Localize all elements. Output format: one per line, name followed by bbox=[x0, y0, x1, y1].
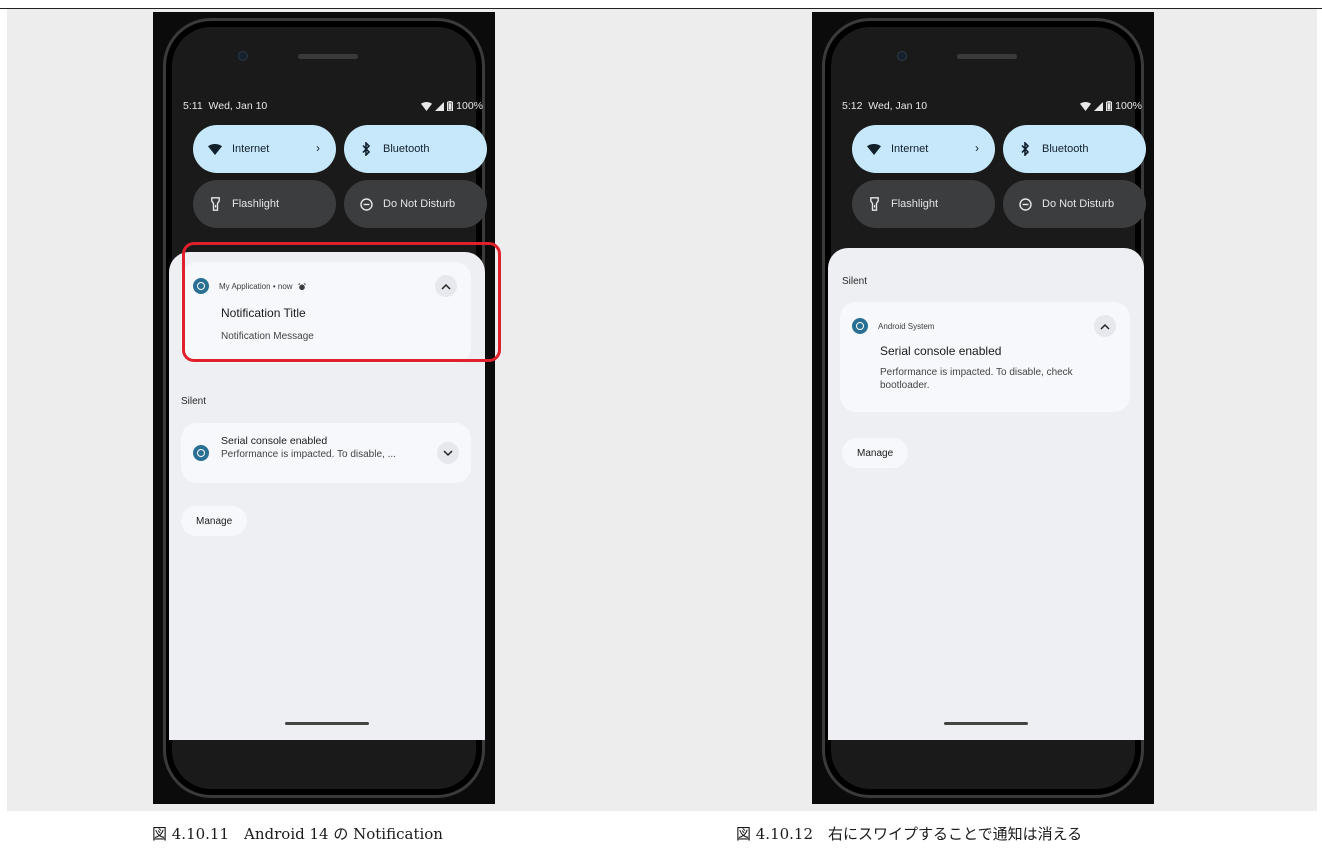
flashlight-icon bbox=[207, 196, 223, 212]
status-date: Wed, Jan 10 bbox=[868, 100, 928, 112]
app-icon bbox=[852, 318, 868, 334]
silent-section-label: Silent bbox=[181, 396, 207, 407]
earpiece-speaker bbox=[957, 54, 1017, 59]
tile-do-not-disturb[interactable]: Do Not Disturb bbox=[344, 180, 487, 228]
status-icons: 100% bbox=[421, 100, 483, 112]
status-icons: 100% bbox=[1080, 100, 1142, 112]
battery-percent: 100% bbox=[456, 100, 483, 112]
status-time: 5:11 bbox=[183, 100, 203, 112]
chevron-down-icon bbox=[443, 449, 453, 456]
highlight-box bbox=[182, 242, 501, 362]
manage-button[interactable]: Manage bbox=[181, 506, 248, 536]
bluetooth-icon bbox=[1017, 141, 1033, 157]
silent-notification-message: Performance is impacted. To disable, ... bbox=[221, 449, 396, 460]
notification-card[interactable]: Android System Serial console enabled Pe… bbox=[840, 302, 1130, 412]
notification-shade: Silent Android System Serial console ena… bbox=[828, 248, 1144, 740]
battery-icon bbox=[447, 101, 454, 111]
notification-app-name: Android System bbox=[878, 322, 935, 331]
front-camera bbox=[897, 51, 907, 61]
gesture-handle[interactable] bbox=[285, 722, 369, 725]
tile-bluetooth[interactable]: Bluetooth bbox=[344, 125, 487, 173]
tile-flashlight-label: Flashlight bbox=[891, 198, 939, 210]
earpiece-speaker bbox=[298, 54, 358, 59]
wifi-icon bbox=[866, 141, 882, 157]
tile-flashlight-label: Flashlight bbox=[232, 198, 280, 210]
figure-caption-left: 図 4.10.11 Android 14 の Notification bbox=[152, 825, 443, 843]
status-date: Wed, Jan 10 bbox=[208, 100, 268, 112]
tile-internet[interactable]: Internet › bbox=[852, 125, 995, 173]
tile-internet[interactable]: Internet › bbox=[193, 125, 336, 173]
chevron-up-icon bbox=[1100, 323, 1110, 330]
wifi-icon bbox=[421, 101, 433, 111]
app-icon bbox=[193, 445, 209, 461]
tile-dnd-label: Do Not Disturb bbox=[383, 198, 456, 210]
chevron-right-icon: › bbox=[975, 141, 979, 155]
tile-flashlight[interactable]: Flashlight bbox=[852, 180, 995, 228]
screenshot-right: 5:12 Wed, Jan 10 100% Internet › Bluetoo… bbox=[812, 12, 1154, 804]
manage-button[interactable]: Manage bbox=[842, 438, 909, 468]
silent-notification-title: Serial console enabled bbox=[221, 435, 328, 447]
bluetooth-icon bbox=[358, 141, 374, 157]
silent-section-label: Silent bbox=[842, 276, 868, 287]
tile-bluetooth-label: Bluetooth bbox=[383, 143, 430, 155]
flashlight-icon bbox=[866, 196, 882, 212]
notification-message-line1: Performance is impacted. To disable, che… bbox=[880, 367, 1073, 378]
tile-bluetooth[interactable]: Bluetooth bbox=[1003, 125, 1146, 173]
wifi-icon bbox=[1080, 101, 1092, 111]
notification-message-line2: bootloader. bbox=[880, 380, 930, 391]
battery-percent: 100% bbox=[1115, 100, 1142, 112]
expand-button[interactable] bbox=[437, 442, 459, 464]
tile-internet-label: Internet bbox=[232, 143, 270, 155]
gesture-handle[interactable] bbox=[944, 722, 1028, 725]
chevron-right-icon: › bbox=[316, 141, 320, 155]
cell-signal-icon bbox=[435, 101, 445, 111]
figure-caption-right: 図 4.10.12 右にスワイプすることで通知は消える bbox=[736, 825, 1083, 843]
collapse-button[interactable] bbox=[1094, 315, 1116, 337]
battery-icon bbox=[1106, 101, 1113, 111]
cell-signal-icon bbox=[1094, 101, 1104, 111]
tile-dnd-label: Do Not Disturb bbox=[1042, 198, 1115, 210]
screenshot-left: 5:11 Wed, Jan 10 100% Internet › Bluetoo… bbox=[153, 12, 495, 804]
tile-internet-label: Internet bbox=[891, 143, 929, 155]
wifi-icon bbox=[207, 141, 223, 157]
silent-notification-card[interactable]: Serial console enabled Performance is im… bbox=[181, 423, 471, 483]
front-camera bbox=[238, 51, 248, 61]
do-not-disturb-icon bbox=[358, 196, 374, 212]
tile-do-not-disturb[interactable]: Do Not Disturb bbox=[1003, 180, 1146, 228]
do-not-disturb-icon bbox=[1017, 196, 1033, 212]
tile-flashlight[interactable]: Flashlight bbox=[193, 180, 336, 228]
status-time: 5:12 bbox=[842, 100, 863, 112]
notification-title: Serial console enabled bbox=[880, 344, 1002, 358]
tile-bluetooth-label: Bluetooth bbox=[1042, 143, 1089, 155]
